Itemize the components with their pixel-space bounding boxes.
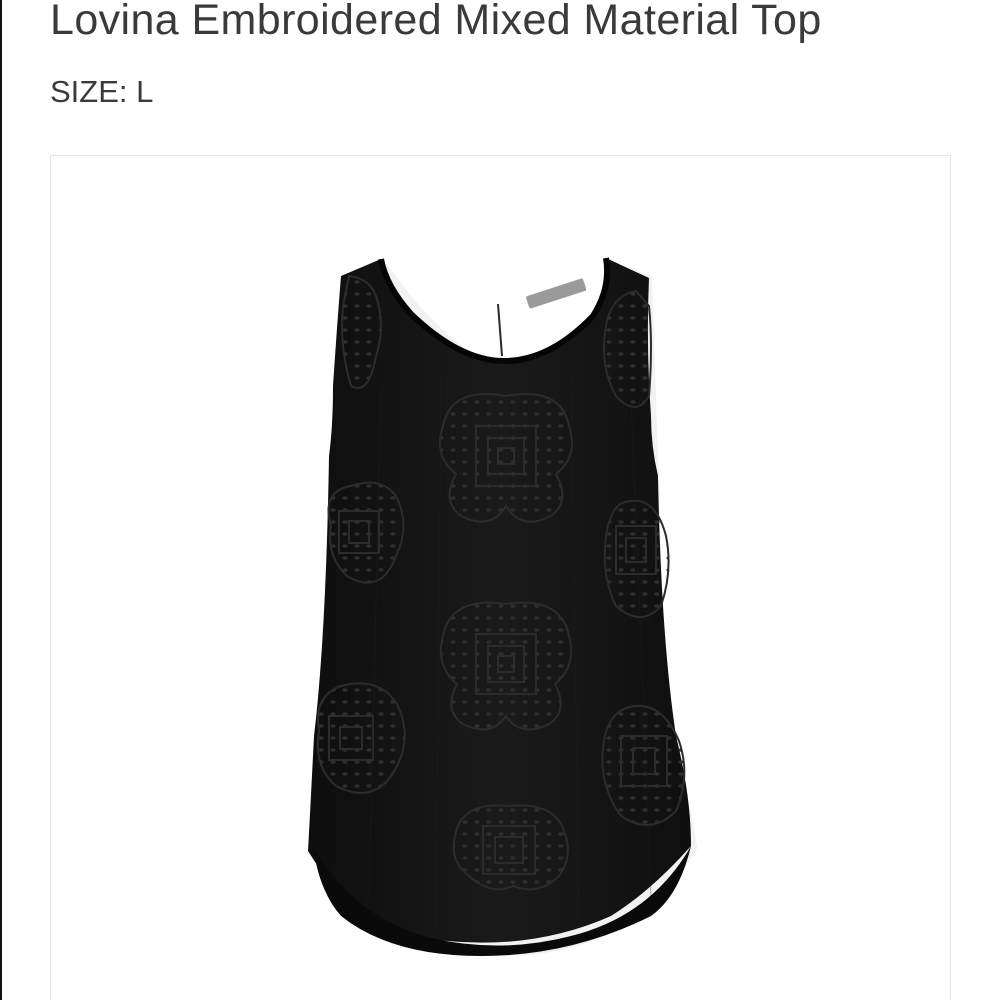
- size-label: SIZE:: [50, 74, 128, 109]
- product-image-card[interactable]: [50, 155, 951, 1000]
- brand-label-tag: [526, 278, 587, 309]
- product-image[interactable]: [51, 156, 950, 1000]
- left-edge-divider: [0, 0, 2, 1000]
- product-title: Lovina Embroidered Mixed Material Top: [50, 0, 822, 44]
- product-detail-page: Lovina Embroidered Mixed Material Top SI…: [0, 0, 1000, 1000]
- size-line: SIZE: L: [50, 72, 153, 112]
- size-value: L: [136, 74, 154, 109]
